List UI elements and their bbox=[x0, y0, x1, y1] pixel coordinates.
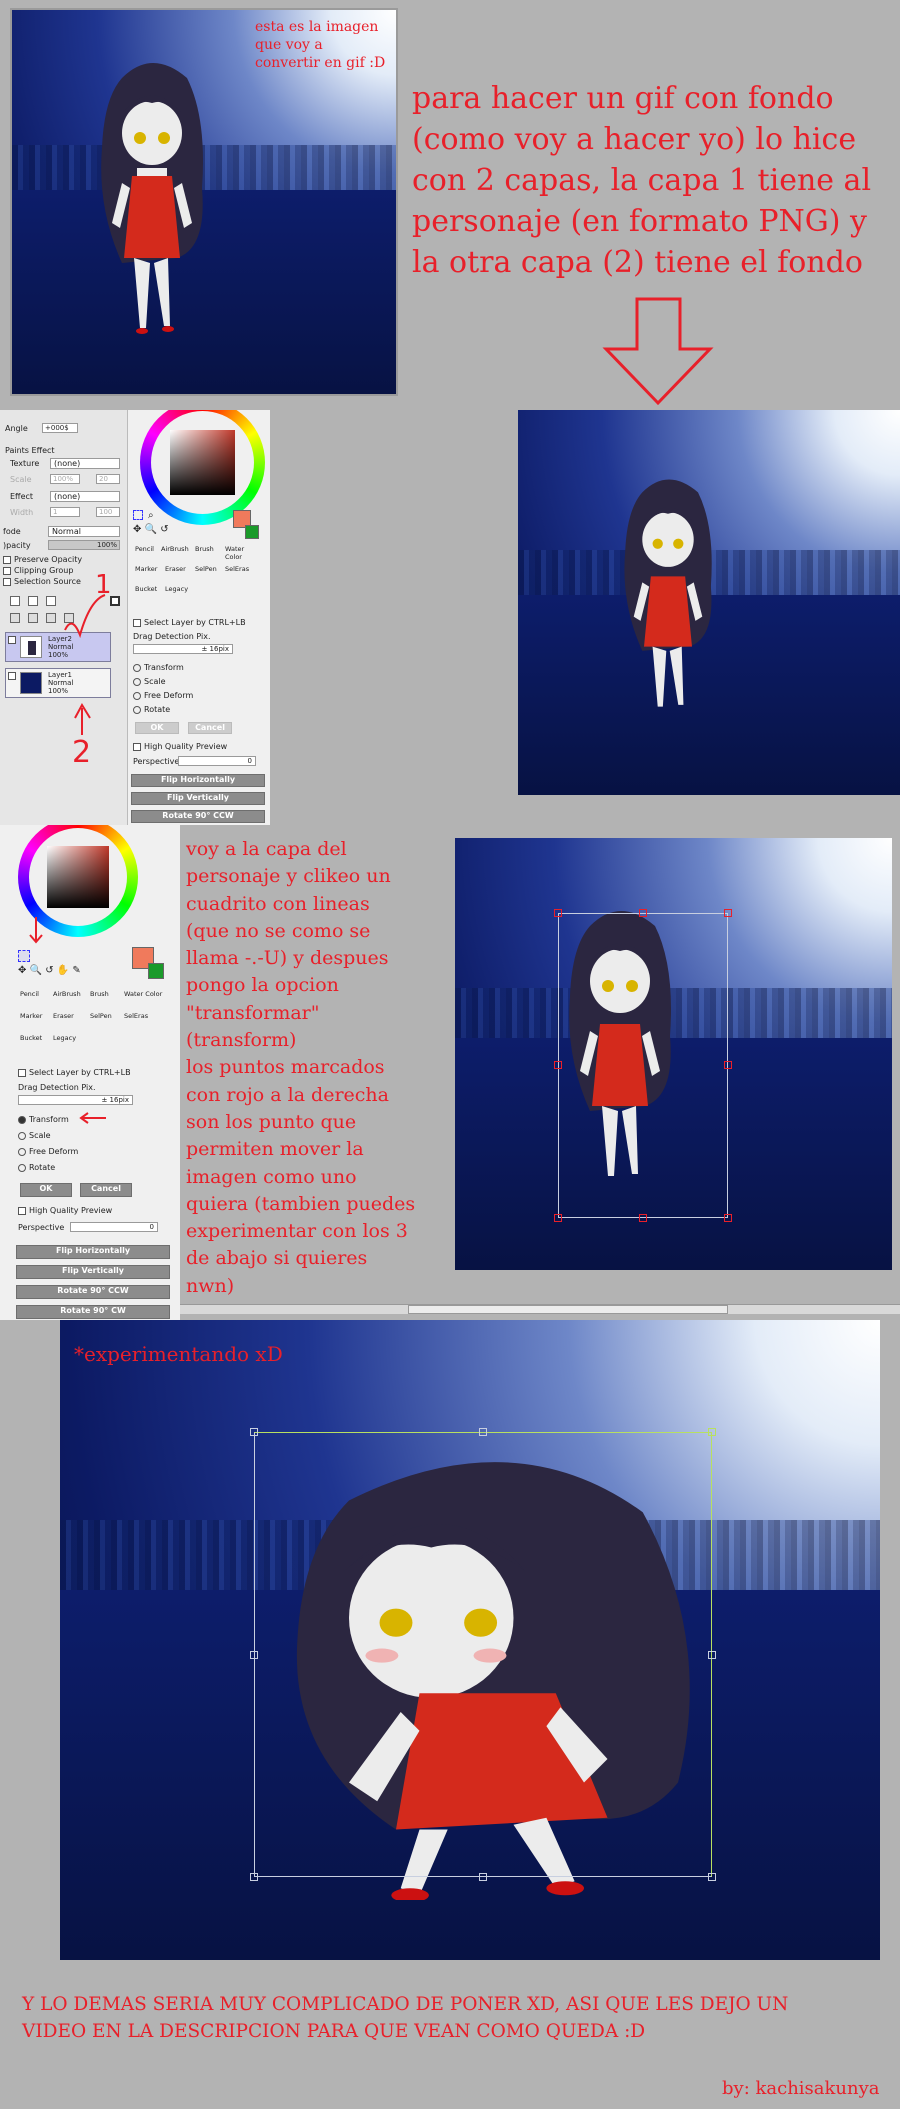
transform-handle[interactable] bbox=[708, 1428, 716, 1436]
preserve-opacity-checkbox[interactable]: Preserve Opacity bbox=[3, 555, 82, 564]
transform-handle[interactable] bbox=[250, 1428, 258, 1436]
brush-tools-grid[interactable]: Pencil AirBrush Brush Water Color Marker… bbox=[133, 545, 258, 600]
transform-handle[interactable] bbox=[250, 1651, 258, 1659]
clipping-group-checkbox[interactable]: Clipping Group bbox=[3, 566, 73, 575]
transform-handle[interactable] bbox=[724, 1214, 732, 1222]
flip-horizontally-button[interactable]: Flip Horizontally bbox=[16, 1245, 170, 1259]
intro-text: para hacer un gif con fondo (como voy a … bbox=[412, 81, 872, 280]
sai-tool-panel: ✥ 🔍 ↺ ✋ ✎ Pencil AirBrush Brush Water Co… bbox=[0, 825, 180, 1320]
scale-field[interactable]: 100% bbox=[50, 474, 80, 484]
perspective-field[interactable]: 0 bbox=[70, 1222, 158, 1232]
scale-label: Scale bbox=[10, 475, 32, 484]
transform-handle[interactable] bbox=[554, 909, 562, 917]
transform-handle[interactable] bbox=[708, 1651, 716, 1659]
secondary-color-swatch[interactable] bbox=[245, 525, 259, 539]
original-image: esta es la imagen que voy a convertir en… bbox=[10, 8, 398, 396]
perspective-field[interactable]: 0 bbox=[178, 756, 256, 766]
transform-handle[interactable] bbox=[639, 909, 647, 917]
transform-radio[interactable]: Transform bbox=[133, 663, 184, 672]
mode-select[interactable]: Normal bbox=[48, 526, 120, 537]
free-deform-radio[interactable]: Free Deform bbox=[18, 1147, 78, 1156]
annotation-arrow bbox=[29, 917, 43, 944]
cancel-button[interactable]: Cancel bbox=[188, 722, 232, 734]
selection-source-checkbox[interactable]: Selection Source bbox=[3, 577, 81, 586]
annotation-marks bbox=[64, 594, 106, 735]
explanation-text: voy a la capa del personaje y clikeo un … bbox=[186, 838, 416, 1297]
drag-detection-slider[interactable]: ± 16pix bbox=[18, 1095, 133, 1105]
scale-radio[interactable]: Scale bbox=[18, 1131, 51, 1140]
cancel-button[interactable]: Cancel bbox=[80, 1183, 132, 1197]
ok-button[interactable]: OK bbox=[20, 1183, 72, 1197]
select-layer-checkbox[interactable]: Select Layer by CTRL+LB bbox=[133, 618, 246, 627]
transform-handle[interactable] bbox=[708, 1873, 716, 1881]
signature: by: kachisakunya bbox=[722, 2078, 880, 2099]
down-arrow-icon bbox=[602, 297, 714, 406]
flip-vertically-button[interactable]: Flip Vertically bbox=[131, 792, 265, 805]
perspective-label: Perspective bbox=[133, 757, 180, 766]
flip-horizontally-button[interactable]: Flip Horizontally bbox=[131, 774, 265, 787]
transform-handle[interactable] bbox=[250, 1873, 258, 1881]
transform-handle[interactable] bbox=[554, 1061, 562, 1069]
rotate-ccw-button[interactable]: Rotate 90° CCW bbox=[131, 810, 265, 823]
effect-label: Effect bbox=[10, 492, 34, 501]
free-deform-radio[interactable]: Free Deform bbox=[133, 691, 193, 700]
transform-handle[interactable] bbox=[724, 909, 732, 917]
character-illustration bbox=[624, 479, 712, 707]
brush-tools-grid[interactable]: Pencil AirBrush Brush Water Color Marker… bbox=[18, 990, 168, 1050]
scrollbar[interactable] bbox=[180, 1304, 900, 1314]
selection-tools[interactable]: ✥ 🔍 ↺ ✋ ✎ bbox=[18, 950, 118, 980]
hq-preview-checkbox[interactable]: High Quality Preview bbox=[133, 742, 227, 751]
width-label: Width bbox=[10, 508, 34, 517]
opacity-label: )pacity bbox=[3, 541, 31, 550]
angle-field[interactable]: +000$ bbox=[42, 423, 78, 433]
texture-label: Texture bbox=[10, 459, 40, 468]
transform-handle[interactable] bbox=[724, 1061, 732, 1069]
opacity-slider[interactable]: 100% bbox=[48, 540, 120, 550]
texture-select[interactable]: (none) bbox=[50, 458, 120, 469]
width-number[interactable]: 100 bbox=[96, 507, 120, 517]
transform-handle[interactable] bbox=[639, 1214, 647, 1222]
rotate-ccw-button[interactable]: Rotate 90° CCW bbox=[16, 1285, 170, 1299]
footer-text: Y LO DEMAS SERIA MUY COMPLICADO DE PONER… bbox=[22, 1994, 789, 2042]
rotate-radio[interactable]: Rotate bbox=[18, 1163, 55, 1172]
perspective-label: Perspective bbox=[18, 1223, 65, 1232]
canvas-experiment: *experimentando xD bbox=[60, 1320, 880, 1960]
effect-select[interactable]: (none) bbox=[50, 491, 120, 502]
hq-preview-checkbox[interactable]: High Quality Preview bbox=[18, 1206, 112, 1215]
select-layer-checkbox[interactable]: Select Layer by CTRL+LB bbox=[18, 1068, 131, 1077]
character-illustration bbox=[101, 63, 203, 334]
paints-effect-label: Paints Effect bbox=[5, 446, 55, 455]
annotation-arrow bbox=[79, 1112, 106, 1124]
transform-bounding-box[interactable] bbox=[254, 1432, 712, 1877]
transform-handle[interactable] bbox=[554, 1214, 562, 1222]
transform-radio[interactable]: Transform bbox=[18, 1115, 69, 1124]
color-wheel[interactable] bbox=[140, 410, 265, 525]
scale-number[interactable]: 20 bbox=[96, 474, 120, 484]
drag-detection-label: Drag Detection Pix. bbox=[18, 1083, 96, 1092]
experiment-caption: *experimentando xD bbox=[74, 1342, 283, 1366]
transform-handle[interactable] bbox=[479, 1428, 487, 1436]
ok-button[interactable]: OK bbox=[135, 722, 179, 734]
drag-detection-slider[interactable]: ± 16pix bbox=[133, 644, 233, 654]
canvas-preview-1 bbox=[518, 410, 900, 795]
rotate-cw-button[interactable]: Rotate 90° CW bbox=[16, 1305, 170, 1319]
flip-vertically-button[interactable]: Flip Vertically bbox=[16, 1265, 170, 1279]
secondary-color-swatch[interactable] bbox=[148, 963, 164, 979]
mode-label: fode bbox=[3, 527, 21, 536]
transform-bounding-box[interactable] bbox=[558, 913, 728, 1218]
image-caption: esta es la imagen que voy a convertir en… bbox=[255, 19, 386, 71]
sai-layer-panel: Angle +000$ Paints Effect Texture (none)… bbox=[0, 410, 270, 825]
rotate-radio[interactable]: Rotate bbox=[133, 705, 170, 714]
scale-radio[interactable]: Scale bbox=[133, 677, 166, 686]
annotation-2: 2 bbox=[72, 735, 92, 770]
transform-handle[interactable] bbox=[479, 1873, 487, 1881]
angle-label: Angle bbox=[5, 424, 28, 433]
canvas-preview-2 bbox=[455, 838, 892, 1270]
width-field[interactable]: 1 bbox=[50, 507, 80, 517]
drag-detection-label: Drag Detection Pix. bbox=[133, 632, 211, 641]
